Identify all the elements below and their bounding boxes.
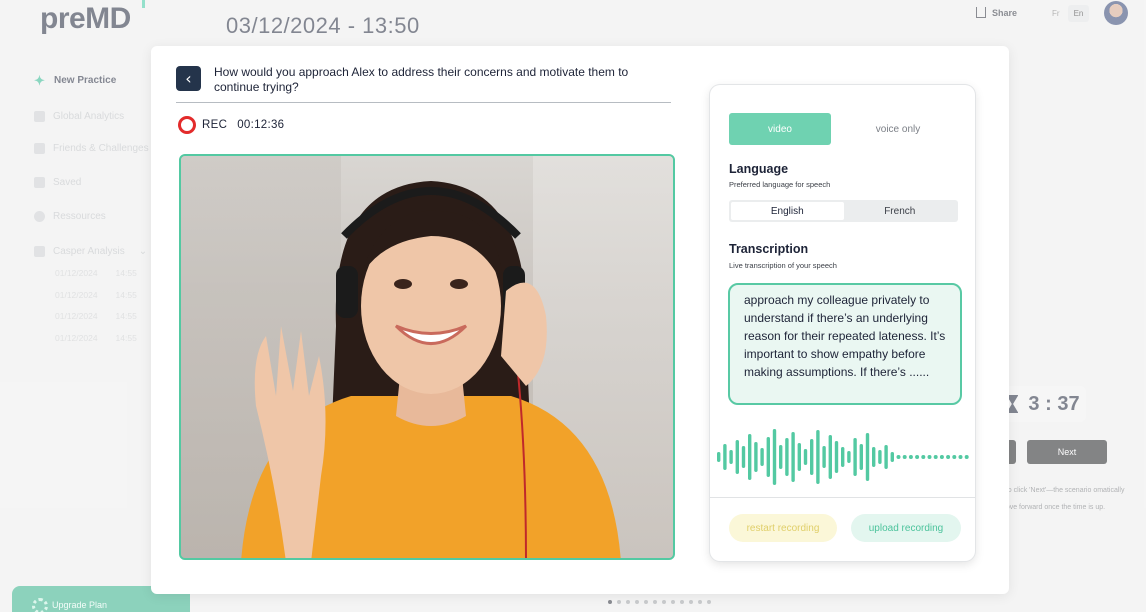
waveform-bar <box>748 434 752 480</box>
waveform-bar <box>828 435 832 479</box>
voice-only-mode-button[interactable]: voice only <box>847 113 949 145</box>
waveform-bar <box>853 438 857 476</box>
language-english-tab[interactable]: English <box>731 202 844 220</box>
practice-modal: ‹ How would you approach Alex to address… <box>151 46 1009 594</box>
waveform-bar <box>865 433 870 481</box>
recording-indicator: REC 00:12:36 <box>178 116 284 134</box>
language-tabs: English French <box>729 200 958 222</box>
waveform-dot <box>908 455 913 459</box>
waveform-bar <box>741 446 746 468</box>
waveform-bar <box>772 429 777 485</box>
waveform-bar <box>803 449 808 465</box>
transcription-box: approach my colleague privately to under… <box>728 283 962 405</box>
waveform-dot <box>939 455 944 459</box>
waveform-dot <box>933 455 938 459</box>
video-mode-button[interactable]: video <box>729 113 831 145</box>
waveform-bar <box>754 442 758 472</box>
language-subtitle: Preferred language for speech <box>729 180 831 189</box>
question-text: How would you approach Alex to address t… <box>214 65 629 94</box>
audio-waveform <box>717 429 969 485</box>
back-button[interactable]: ‹ <box>176 66 201 91</box>
waveform-bar <box>872 447 876 467</box>
waveform-bar <box>816 430 820 484</box>
waveform-dot <box>958 455 963 459</box>
waveform-dot <box>902 455 907 459</box>
waveform-bar <box>797 443 801 471</box>
waveform-bar <box>785 438 789 476</box>
waveform-dot <box>896 455 901 459</box>
recording-time: 00:12:36 <box>237 119 285 131</box>
waveform-bar <box>791 432 795 482</box>
webcam-person-image <box>241 181 621 558</box>
divider <box>176 102 671 103</box>
waveform-dot <box>964 455 969 459</box>
waveform-bar <box>810 439 814 475</box>
waveform-bar <box>723 444 727 470</box>
waveform-dot <box>915 455 920 459</box>
waveform-bar <box>890 452 894 462</box>
waveform-dot <box>921 455 926 459</box>
waveform-bar <box>834 441 839 473</box>
transcription-title: Transcription <box>729 242 809 256</box>
waveform-bar <box>729 450 733 464</box>
recording-panel: video voice only Language Preferred lang… <box>710 85 975 561</box>
waveform-bar <box>760 448 764 466</box>
divider <box>710 497 975 498</box>
language-french-tab[interactable]: French <box>844 202 957 220</box>
waveform-dot <box>927 455 932 459</box>
waveform-dot <box>946 455 951 459</box>
waveform-bar <box>766 437 770 477</box>
waveform-bar <box>717 452 721 462</box>
waveform-bar <box>822 446 826 468</box>
video-preview <box>179 154 675 560</box>
waveform-bar <box>841 447 845 467</box>
waveform-bar <box>847 451 851 463</box>
waveform-bar <box>884 445 888 469</box>
waveform-bar <box>878 450 882 464</box>
waveform-bar <box>779 445 783 469</box>
restart-recording-button[interactable]: restart recording <box>729 514 837 542</box>
waveform-bar <box>859 444 863 470</box>
waveform-dot <box>952 455 957 459</box>
upload-recording-button[interactable]: upload recording <box>851 514 961 542</box>
waveform-bar <box>735 440 739 474</box>
record-icon <box>178 116 196 134</box>
transcription-subtitle: Live transcription of your speech <box>729 261 837 270</box>
chevron-left-icon: ‹ <box>185 69 192 88</box>
language-title: Language <box>729 162 789 176</box>
